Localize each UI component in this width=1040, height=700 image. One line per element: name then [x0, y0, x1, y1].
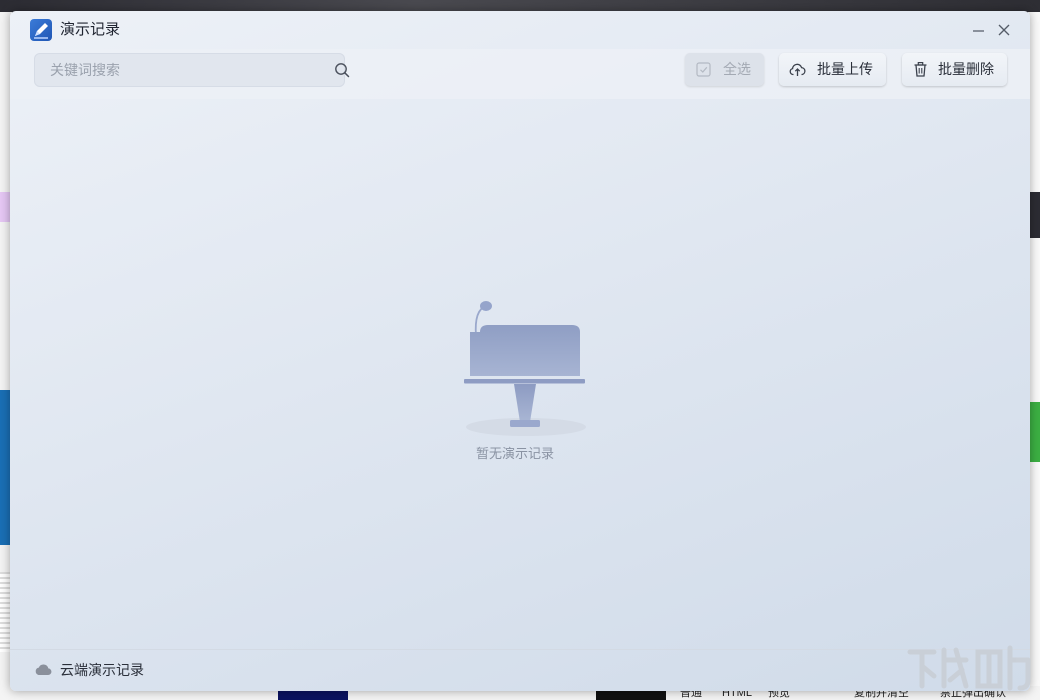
- title-bar[interactable]: 演示记录: [10, 11, 1030, 49]
- search-box[interactable]: [34, 53, 350, 87]
- toolbar: 全选 批量上传 批量删除: [10, 49, 1030, 99]
- app-logo-icon: [30, 19, 52, 41]
- presentation-records-window: 演示记录 全选: [10, 11, 1030, 691]
- search-input[interactable]: [34, 53, 304, 87]
- podium-microphone-icon: [464, 301, 586, 436]
- cloud-records-link[interactable]: 云端演示记录: [60, 662, 144, 679]
- window-title: 演示记录: [60, 21, 121, 38]
- close-button[interactable]: [995, 21, 1013, 39]
- trash-icon: [914, 62, 927, 77]
- site-watermark-logo: [907, 645, 1031, 691]
- close-icon: [998, 24, 1010, 36]
- minimize-button[interactable]: [970, 21, 988, 39]
- search-icon[interactable]: [334, 62, 350, 78]
- checkbox-icon: [696, 62, 711, 77]
- select-all-label: 全选: [723, 61, 751, 77]
- empty-state: 暂无演示记录: [450, 296, 590, 466]
- footer: 云端演示记录: [10, 649, 1030, 691]
- batch-delete-label: 批量删除: [938, 61, 994, 77]
- batch-delete-button[interactable]: 批量删除: [902, 53, 1007, 86]
- cloud-icon: [35, 664, 52, 676]
- select-all-button[interactable]: 全选: [685, 53, 764, 86]
- batch-upload-label: 批量上传: [817, 61, 873, 77]
- empty-state-text: 暂无演示记录: [475, 446, 554, 461]
- cloud-upload-icon: [789, 63, 806, 76]
- minimize-icon: [973, 30, 984, 32]
- batch-upload-button[interactable]: 批量上传: [779, 53, 886, 86]
